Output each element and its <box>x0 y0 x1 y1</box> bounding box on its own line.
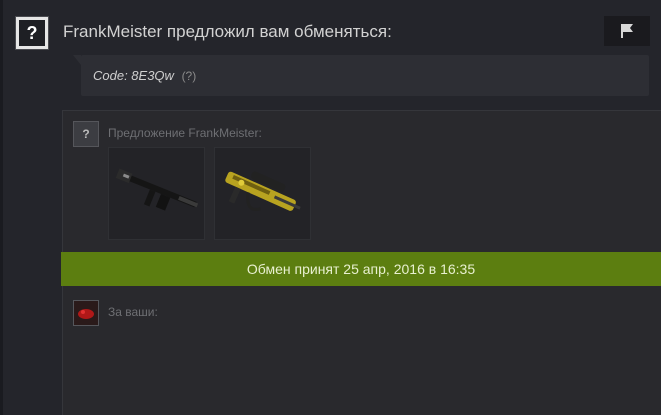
question-icon: ? <box>19 20 45 46</box>
item-famas-rifle[interactable] <box>214 147 311 240</box>
message-box: Code: 8E3Qw (?) <box>73 55 649 96</box>
your-items-label: За ваши: <box>108 305 158 319</box>
offer-avatar[interactable]: ? <box>73 121 99 147</box>
offer-label: Предложение FrankMeister: <box>108 126 262 140</box>
question-icon: ? <box>82 127 90 141</box>
partner-avatar[interactable]: ? <box>15 16 49 50</box>
code-line: Code: 8E3Qw (?) <box>93 68 196 83</box>
speech-tail <box>73 55 81 65</box>
famas-rifle-icon <box>225 171 301 211</box>
code-help-link[interactable]: (?) <box>182 69 197 83</box>
trade-header: FrankMeister предложил вам обменяться: <box>63 22 392 41</box>
code-text: Code: 8E3Qw <box>93 68 174 83</box>
report-flag-button[interactable] <box>604 16 650 46</box>
flag-icon <box>621 24 633 38</box>
left-edge <box>0 0 3 415</box>
item-ak-rifle[interactable] <box>108 147 205 240</box>
your-avatar[interactable] <box>73 300 99 326</box>
user-avatar-icon <box>74 301 98 325</box>
trade-status-bar: Обмен принят 25 апр, 2016 в 16:35 <box>61 252 661 286</box>
ak-rifle-icon <box>115 168 199 211</box>
